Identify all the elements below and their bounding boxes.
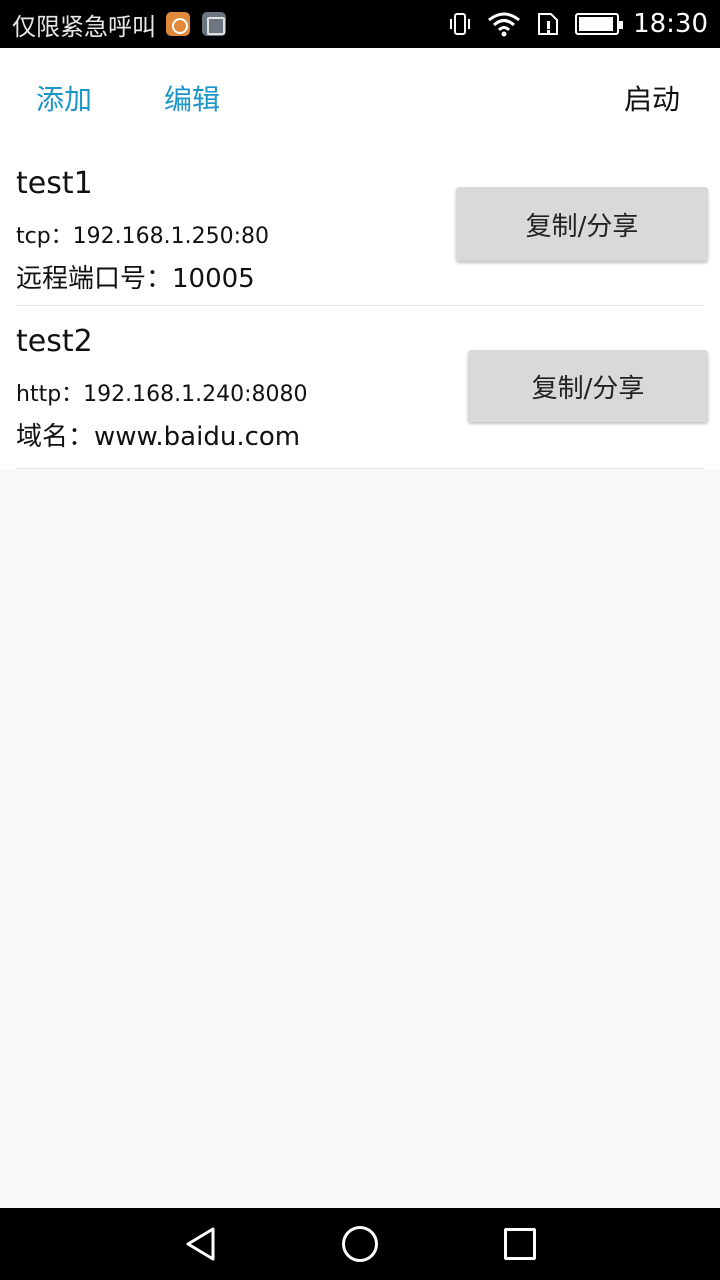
- start-button[interactable]: 启动: [624, 78, 680, 118]
- clock: 18:30: [633, 9, 708, 39]
- list-item[interactable]: test2 http：192.168.1.240:8080 域名：www.bai…: [16, 306, 708, 469]
- gallery-icon: [202, 12, 226, 36]
- list-item[interactable]: test1 tcp：192.168.1.250:80 远程端口号：10005 复…: [16, 148, 708, 306]
- item-name: test1: [16, 166, 93, 201]
- sim-alert-icon: [538, 13, 559, 35]
- item-name: test2: [16, 324, 93, 359]
- battery-level: [579, 17, 614, 31]
- back-icon[interactable]: [183, 1226, 219, 1262]
- carrier-label: 仅限紧急呼叫: [12, 12, 156, 41]
- wifi-icon: [488, 12, 520, 37]
- home-icon[interactable]: [342, 1226, 378, 1262]
- copy-share-button[interactable]: 复制/分享: [468, 350, 708, 422]
- navigation-bar: [0, 1208, 720, 1280]
- toolbar: 添加 编辑 启动: [0, 48, 720, 148]
- battery-icon: [575, 13, 624, 35]
- status-bar: 仅限紧急呼叫 18:30: [0, 0, 720, 48]
- recents-icon[interactable]: [504, 1228, 536, 1260]
- copy-share-button[interactable]: 复制/分享: [456, 187, 708, 261]
- item-domain: 域名：www.baidu.com: [16, 422, 301, 452]
- uc-browser-icon: [166, 12, 190, 36]
- item-address: http：192.168.1.240:8080: [16, 382, 308, 407]
- add-button[interactable]: 添加: [36, 78, 92, 118]
- mapping-list: test1 tcp：192.168.1.250:80 远程端口号：10005 复…: [0, 148, 720, 469]
- item-remote-port: 远程端口号：10005: [16, 264, 255, 294]
- item-address: tcp：192.168.1.250:80: [16, 224, 270, 249]
- edit-button[interactable]: 编辑: [164, 78, 220, 118]
- vibrate-icon: [450, 13, 471, 35]
